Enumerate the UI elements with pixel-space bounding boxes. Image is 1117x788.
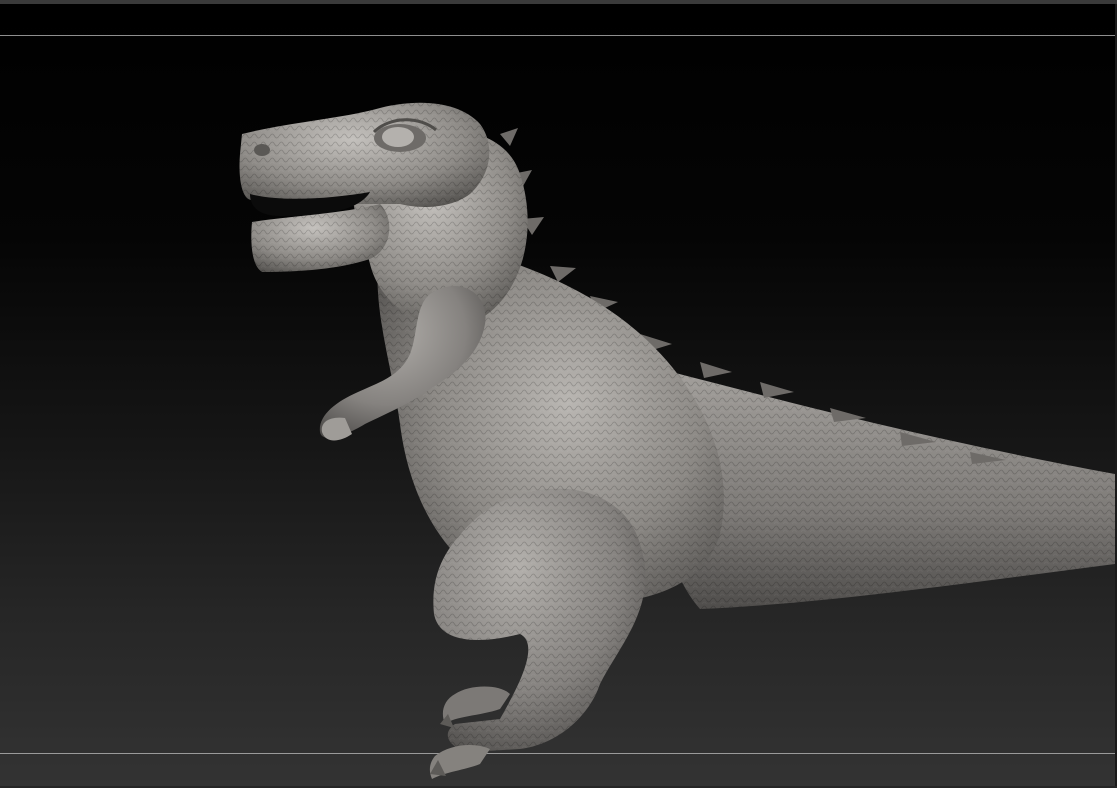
dinosaur-sculpt-model[interactable]	[0, 4, 1115, 786]
sculpt-application	[0, 0, 1117, 788]
eye	[382, 127, 414, 147]
nostril	[254, 144, 270, 156]
3d-viewport-canvas[interactable]	[0, 4, 1117, 786]
hind-leg	[429, 488, 646, 779]
